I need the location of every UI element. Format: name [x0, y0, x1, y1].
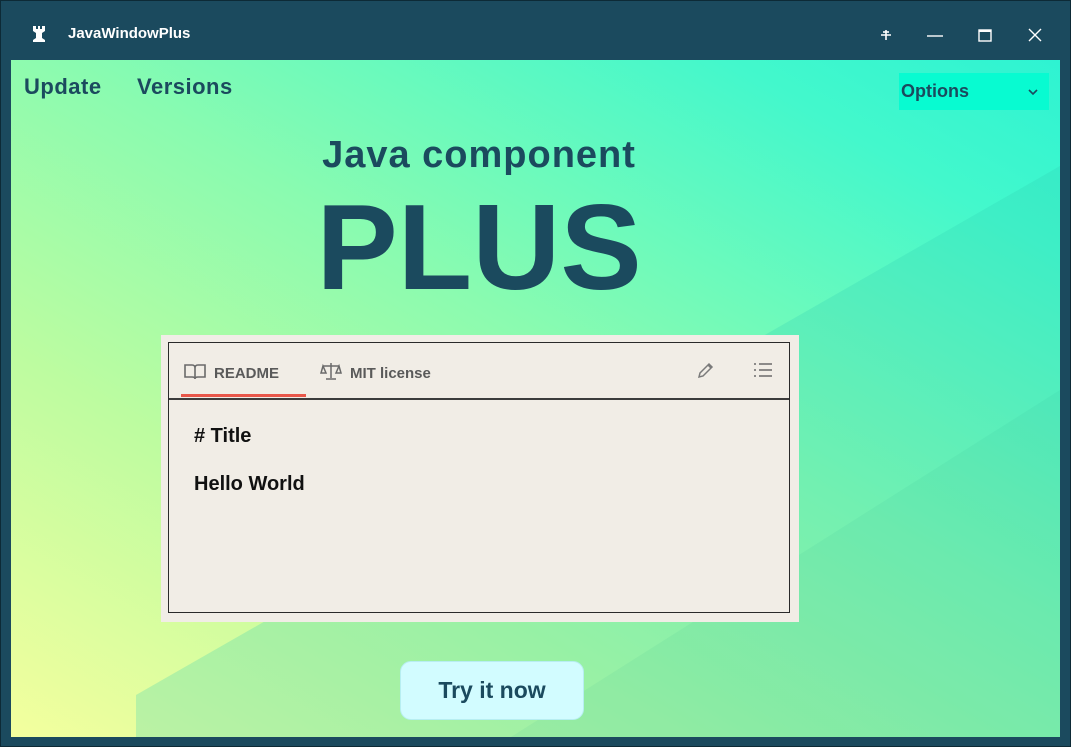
hero-subtitle: Java component — [322, 134, 636, 176]
tab-readme-label: README — [214, 364, 280, 382]
app-window: JavaWindowPlus Update Versions Options J… — [0, 0, 1071, 747]
markdown-heading: # Title — [194, 425, 252, 447]
title-bar[interactable]: JavaWindowPlus — [1, 1, 1070, 59]
options-dropdown[interactable]: Options — [899, 73, 1049, 110]
tab-mit-license[interactable]: MIT license — [320, 362, 431, 384]
readme-panel: README MIT license # Title Hello World — [168, 342, 790, 613]
outline-button[interactable] — [752, 361, 774, 383]
tab-mit-license-label: MIT license — [350, 364, 431, 382]
list-icon — [753, 362, 773, 383]
options-label: Options — [901, 81, 969, 101]
active-tab-indicator — [181, 394, 306, 397]
minimize-icon — [926, 28, 944, 46]
edit-button[interactable] — [695, 361, 717, 383]
maximize-button[interactable] — [971, 23, 999, 51]
pencil-icon — [697, 361, 715, 384]
nav-versions-link[interactable]: Versions — [137, 74, 233, 100]
chess-rook-icon — [31, 26, 47, 42]
main-content: Update Versions Options Java component P… — [11, 60, 1060, 737]
maximize-icon — [978, 28, 992, 47]
scale-icon — [320, 362, 342, 384]
tab-readme[interactable]: README — [184, 362, 279, 384]
chevron-down-icon — [1027, 83, 1039, 101]
nav-update-link[interactable]: Update — [24, 74, 102, 100]
tab-bar: README MIT license — [169, 343, 789, 400]
pin-icon — [880, 28, 892, 46]
markdown-paragraph: Hello World — [194, 473, 305, 495]
pin-button[interactable] — [872, 23, 900, 51]
close-button[interactable] — [1021, 23, 1049, 51]
window-title: JavaWindowPlus — [68, 25, 191, 42]
readme-card: README MIT license # Title Hello World — [161, 335, 799, 622]
try-it-now-button[interactable]: Try it now — [400, 661, 584, 720]
hero-title: PLUS — [316, 179, 642, 315]
book-icon — [184, 362, 206, 384]
close-icon — [1028, 28, 1042, 47]
minimize-button[interactable] — [921, 23, 949, 51]
